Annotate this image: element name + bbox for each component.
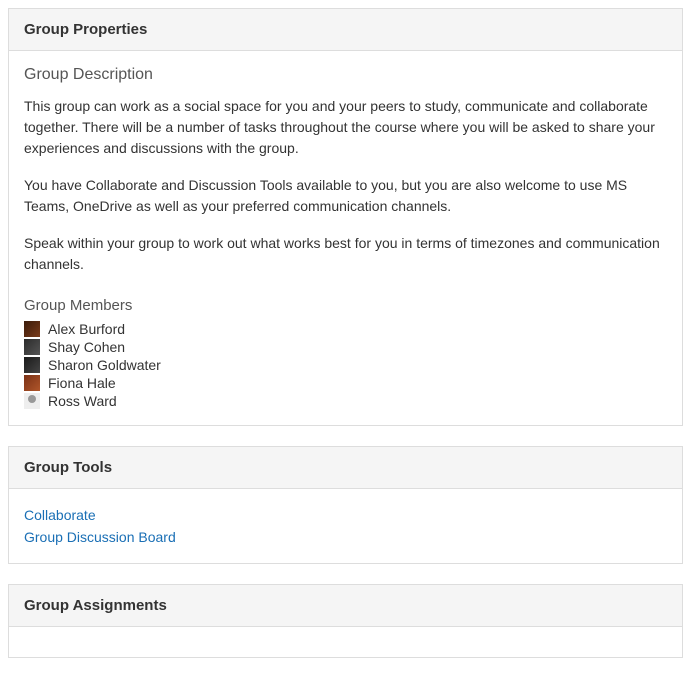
group-members-list: Alex Burford Shay Cohen Sharon Goldwater… <box>24 320 667 410</box>
group-assignments-panel: Group Assignments <box>8 584 683 658</box>
avatar <box>24 393 40 409</box>
group-properties-header: Group Properties <box>9 9 682 51</box>
group-description-heading: Group Description <box>24 66 667 84</box>
avatar <box>24 321 40 337</box>
group-assignments-header: Group Assignments <box>9 585 682 627</box>
list-item: Group Discussion Board <box>24 526 667 548</box>
member-name: Fiona Hale <box>48 375 116 391</box>
group-properties-body: Group Description This group can work as… <box>9 51 682 425</box>
collaborate-link[interactable]: Collaborate <box>24 504 667 526</box>
member-name: Ross Ward <box>48 393 117 409</box>
list-item: Sharon Goldwater <box>24 356 667 374</box>
list-item: Ross Ward <box>24 392 667 410</box>
list-item: Collaborate <box>24 504 667 526</box>
member-name: Shay Cohen <box>48 339 125 355</box>
group-properties-panel: Group Properties Group Description This … <box>8 8 683 426</box>
list-item: Shay Cohen <box>24 338 667 356</box>
group-description-text: This group can work as a social space fo… <box>24 96 667 275</box>
description-paragraph: This group can work as a social space fo… <box>24 96 667 159</box>
group-tools-body: Collaborate Group Discussion Board <box>9 489 682 563</box>
group-discussion-board-link[interactable]: Group Discussion Board <box>24 526 667 548</box>
group-assignments-body <box>9 627 682 657</box>
group-members-heading: Group Members <box>24 297 667 314</box>
avatar <box>24 357 40 373</box>
description-paragraph: You have Collaborate and Discussion Tool… <box>24 175 667 217</box>
group-tools-header: Group Tools <box>9 447 682 489</box>
avatar <box>24 339 40 355</box>
member-name: Sharon Goldwater <box>48 357 161 373</box>
avatar <box>24 375 40 391</box>
description-paragraph: Speak within your group to work out what… <box>24 233 667 275</box>
group-tools-list: Collaborate Group Discussion Board <box>24 504 667 548</box>
member-name: Alex Burford <box>48 321 125 337</box>
group-tools-panel: Group Tools Collaborate Group Discussion… <box>8 446 683 564</box>
list-item: Alex Burford <box>24 320 667 338</box>
list-item: Fiona Hale <box>24 374 667 392</box>
